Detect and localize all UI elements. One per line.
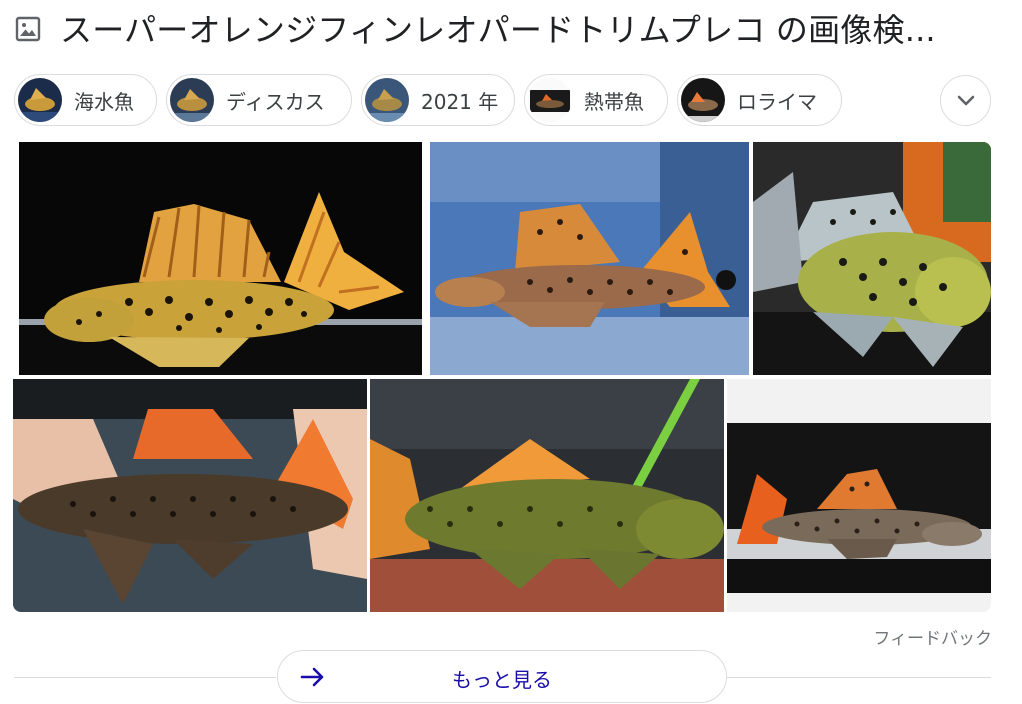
image-result-1[interactable] — [19, 142, 422, 375]
chip-label: ロライマ — [737, 89, 817, 114]
chip-roraima[interactable]: ロライマ — [677, 74, 842, 126]
chip-thumbnail — [170, 78, 214, 122]
show-more-button[interactable]: もっと見る — [277, 650, 727, 703]
show-more-label: もっと見る — [452, 668, 552, 692]
chip-kaisuigyo[interactable]: 海水魚 — [14, 74, 157, 126]
image-results-header: スーパーオレンジフィンレオパードトリムプレコ の画像検... — [0, 0, 1022, 60]
chip-label: ディスカス — [226, 89, 325, 114]
image-result-4[interactable] — [13, 379, 367, 612]
chip-2021[interactable]: 2021 年 — [361, 74, 515, 126]
image-result-6[interactable] — [727, 379, 991, 612]
chip-thumbnail — [365, 78, 409, 122]
divider-right — [727, 677, 991, 678]
chip-thumbnail — [528, 78, 572, 122]
image-icon — [15, 16, 41, 42]
chevron-down-icon — [957, 95, 974, 105]
chip-label: 海水魚 — [74, 89, 134, 114]
image-result-2[interactable] — [430, 142, 749, 375]
divider-left — [14, 677, 276, 678]
feedback-link[interactable]: フィードバック — [873, 624, 992, 649]
chips-expand-button[interactable] — [940, 75, 991, 126]
chip-label: 熱帯魚 — [584, 89, 644, 114]
chip-label: 2021 年 — [421, 89, 499, 114]
image-result-5[interactable] — [370, 379, 724, 612]
chip-thumbnail — [18, 78, 62, 122]
chip-thumbnail — [681, 78, 725, 122]
page-title[interactable]: スーパーオレンジフィンレオパードトリムプレコ の画像検... — [60, 8, 936, 52]
chip-nettaigyo[interactable]: 熱帯魚 — [524, 74, 668, 126]
image-result-3[interactable] — [753, 142, 991, 375]
chip-discus[interactable]: ディスカス — [166, 74, 352, 126]
